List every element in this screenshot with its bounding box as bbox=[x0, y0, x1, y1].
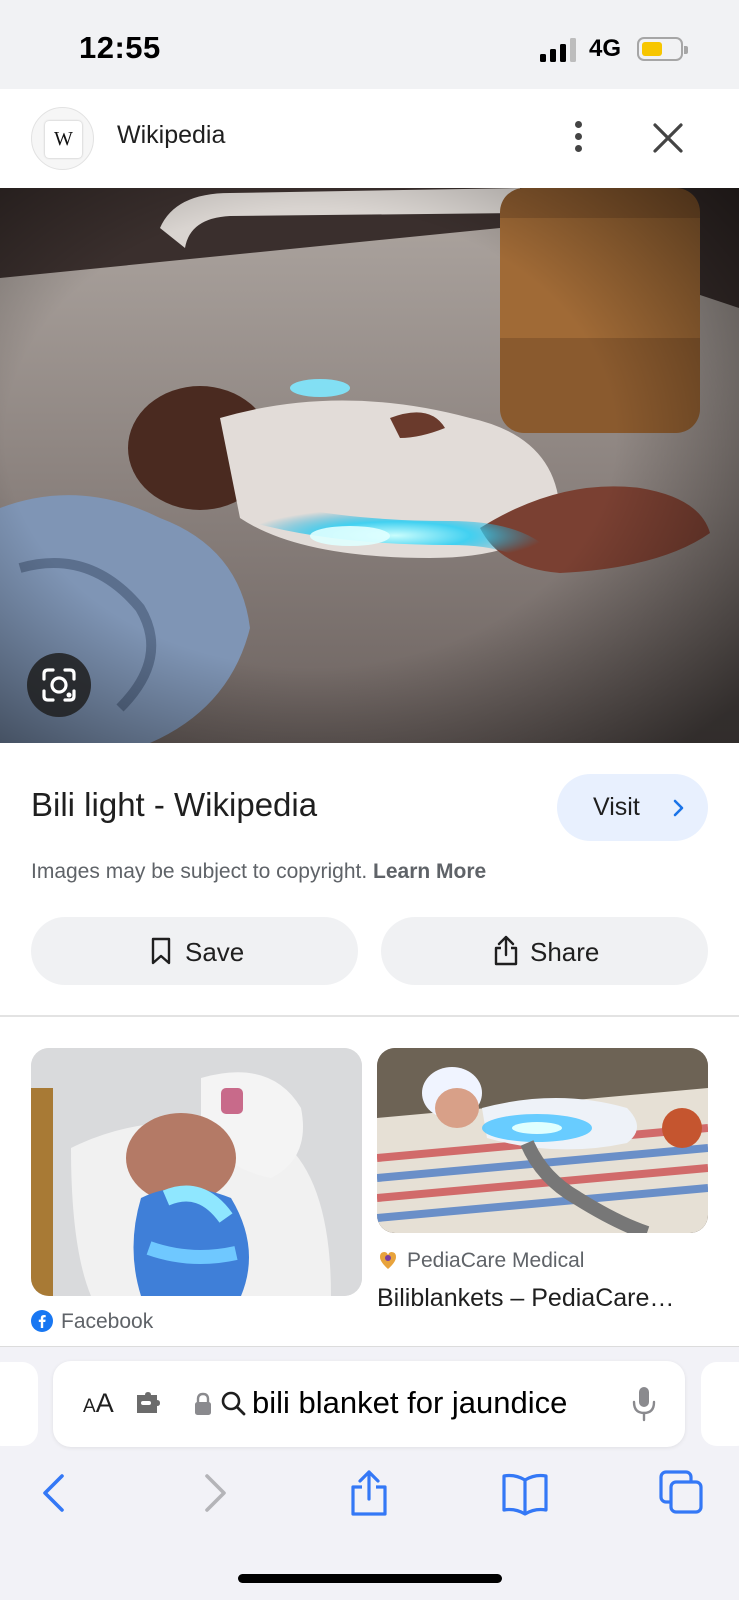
status-time: 12:55 bbox=[79, 30, 161, 65]
facebook-icon bbox=[31, 1310, 53, 1332]
google-lens-icon[interactable] bbox=[27, 653, 91, 717]
related-image-pediacare[interactable] bbox=[377, 1048, 708, 1233]
cellular-signal-icon bbox=[540, 38, 578, 62]
save-label: Save bbox=[185, 937, 245, 967]
forward-arrow-icon[interactable] bbox=[189, 1468, 239, 1518]
share-button[interactable]: Share bbox=[381, 917, 708, 985]
back-arrow-icon[interactable] bbox=[30, 1468, 80, 1518]
visit-button[interactable]: Visit bbox=[557, 774, 708, 841]
copyright-text: Images may be subject to copyright. bbox=[31, 860, 368, 883]
microphone-icon[interactable] bbox=[632, 1385, 656, 1423]
share-sheet-icon[interactable] bbox=[344, 1468, 394, 1518]
pediacare-logo-icon bbox=[380, 1252, 396, 1269]
learn-more-link[interactable]: Learn More bbox=[373, 860, 486, 883]
bookmark-icon bbox=[151, 937, 171, 965]
save-button[interactable]: Save bbox=[31, 917, 358, 985]
wikipedia-logo-icon: W bbox=[45, 121, 82, 158]
status-bar: 12:55 4G bbox=[0, 0, 739, 89]
section-divider bbox=[0, 1015, 739, 1017]
battery-icon bbox=[637, 37, 688, 61]
lock-icon bbox=[195, 1392, 211, 1415]
related-title[interactable]: Biliblankets – PediaCare… bbox=[377, 1284, 708, 1313]
home-indicator bbox=[238, 1574, 502, 1583]
visit-label: Visit bbox=[593, 793, 640, 821]
next-tab-card[interactable] bbox=[701, 1362, 739, 1446]
address-bar[interactable]: AA bili blanket for jaundice bbox=[53, 1361, 685, 1447]
share-label: Share bbox=[530, 937, 600, 967]
close-icon[interactable] bbox=[649, 119, 687, 157]
more-options-icon[interactable] bbox=[560, 115, 596, 159]
previous-tab-card[interactable] bbox=[0, 1362, 38, 1446]
source-name: PediaCare Medical bbox=[407, 1249, 585, 1272]
source-name: Facebook bbox=[61, 1310, 154, 1333]
bookmarks-icon[interactable] bbox=[500, 1468, 550, 1518]
network-type: 4G bbox=[589, 35, 622, 62]
chevron-right-icon bbox=[673, 799, 684, 817]
viewer-header: W Wikipedia bbox=[0, 89, 739, 188]
result-title[interactable]: Bili light - Wikipedia bbox=[31, 786, 317, 824]
address-text[interactable]: bili blanket for jaundice bbox=[252, 1385, 567, 1421]
tabs-icon[interactable] bbox=[657, 1468, 707, 1518]
site-logo[interactable]: W bbox=[31, 107, 94, 170]
site-name[interactable]: Wikipedia bbox=[117, 121, 225, 150]
extension-icon[interactable] bbox=[135, 1391, 165, 1415]
share-icon bbox=[494, 935, 518, 966]
page-settings-button[interactable]: AA bbox=[83, 1388, 114, 1419]
copyright-notice: Images may be subject to copyright. Lear… bbox=[31, 860, 486, 884]
main-image[interactable] bbox=[0, 188, 739, 743]
search-icon bbox=[221, 1391, 246, 1416]
related-image-facebook[interactable] bbox=[31, 1048, 362, 1296]
